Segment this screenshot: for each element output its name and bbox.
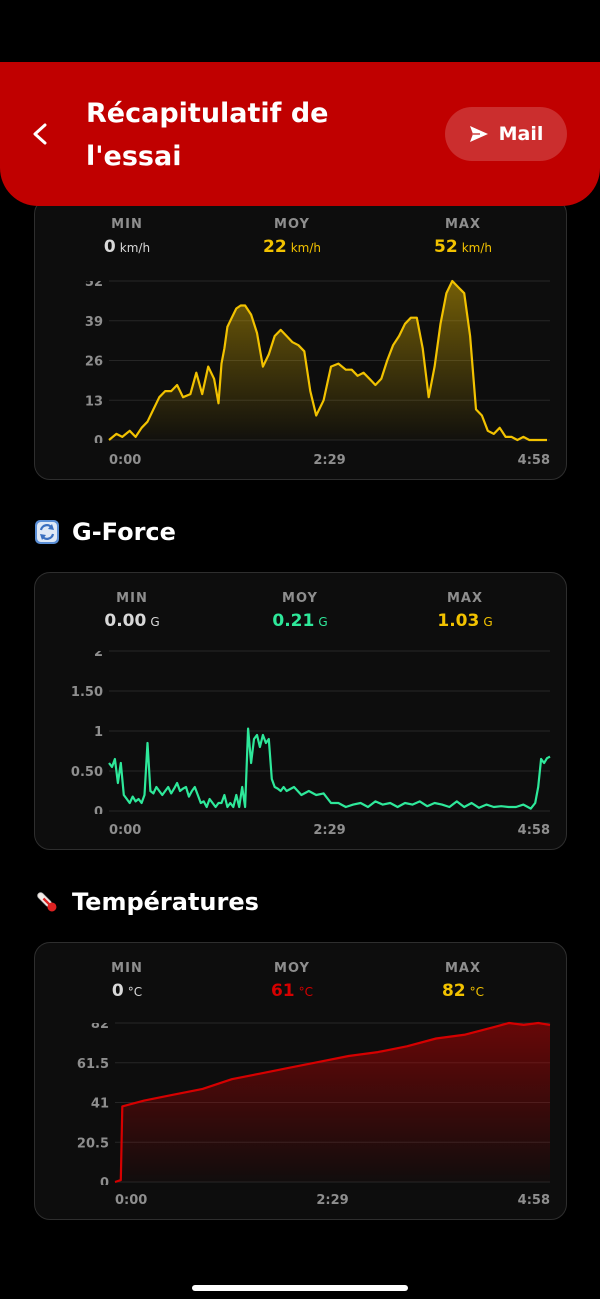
gforce-x-tick-label: 4:58 (518, 823, 550, 838)
temp-y-tick-label: 0 (100, 1176, 109, 1191)
gforce-y-tick-label: 1 (94, 725, 103, 740)
mail-button[interactable]: Mail (445, 107, 567, 161)
thermometer-icon (34, 889, 60, 915)
chevron-left-icon (33, 123, 47, 145)
temp-title: Températures (72, 888, 259, 916)
gforce-x-tick-label: 2:29 (313, 823, 345, 838)
speed-y-tick-label: 13 (85, 394, 103, 409)
temp-x-tick-label: 2:29 (316, 1193, 348, 1208)
speed-y-tick-label: 39 (85, 315, 103, 330)
speed-x-tick-label: 0:00 (109, 453, 141, 468)
temp-y-tick-label: 61.5 (77, 1057, 109, 1072)
home-indicator (192, 1285, 408, 1291)
speed-y-tick-label: 0 (94, 434, 103, 449)
mail-button-label: Mail (498, 123, 544, 145)
temp-card: MIN 0 °C MOY 61 °C MAX 82 °C 82 61.5 41 20.5 0 0… (34, 942, 567, 1220)
temp-y-tick-label: 82 (91, 1017, 109, 1032)
temp-section-title: Températures (34, 888, 259, 916)
temp-x-tick-label: 0:00 (115, 1193, 147, 1208)
speed-y-tick-label: 26 (85, 355, 103, 370)
speed-chart: 52 39 26 13 0 0:00 2:29 4:58 (85, 275, 550, 468)
back-button[interactable] (26, 114, 56, 154)
speed-x-tick-label: 4:58 (518, 453, 550, 468)
speed-y-tick-label: 52 (85, 275, 103, 290)
temp-x-tick-label: 4:58 (518, 1193, 550, 1208)
temp-y-tick-label: 41 (91, 1097, 109, 1112)
gforce-y-tick-label: 1.50 (71, 685, 103, 700)
gforce-series-line (108, 727, 551, 810)
gforce-y-tick-label: 0 (94, 805, 103, 820)
arrows-cycle-icon (34, 519, 60, 545)
gforce-y-tick-label: 0.50 (71, 765, 103, 780)
temp-chart: 82 61.5 41 20.5 0 0:00 2:29 4:58 (77, 1017, 551, 1208)
gforce-card: MIN 0.00 G MOY 0.21 G MAX 1.03 G 2 1.50 1 0.50… (34, 572, 567, 850)
temp-y-tick-label: 20.5 (77, 1136, 109, 1151)
speed-card: MIN 0 km/h MOY 22 km/h MAX 52 km/h 52 39 26 13… (34, 198, 567, 480)
speed-x-tick-label: 2:29 (313, 453, 345, 468)
gforce-section-title: G-Force (34, 518, 176, 546)
gforce-title: G-Force (72, 518, 176, 546)
page-title: Récapitulatif de l'essai (86, 98, 329, 172)
send-icon (469, 126, 488, 142)
gforce-y-tick-label: 2 (94, 645, 103, 660)
gforce-chart: 2 1.50 1 0.50 0 0:00 2:29 4:58 (71, 645, 551, 838)
gforce-x-tick-label: 0:00 (109, 823, 141, 838)
temp-series-area (115, 1023, 550, 1182)
